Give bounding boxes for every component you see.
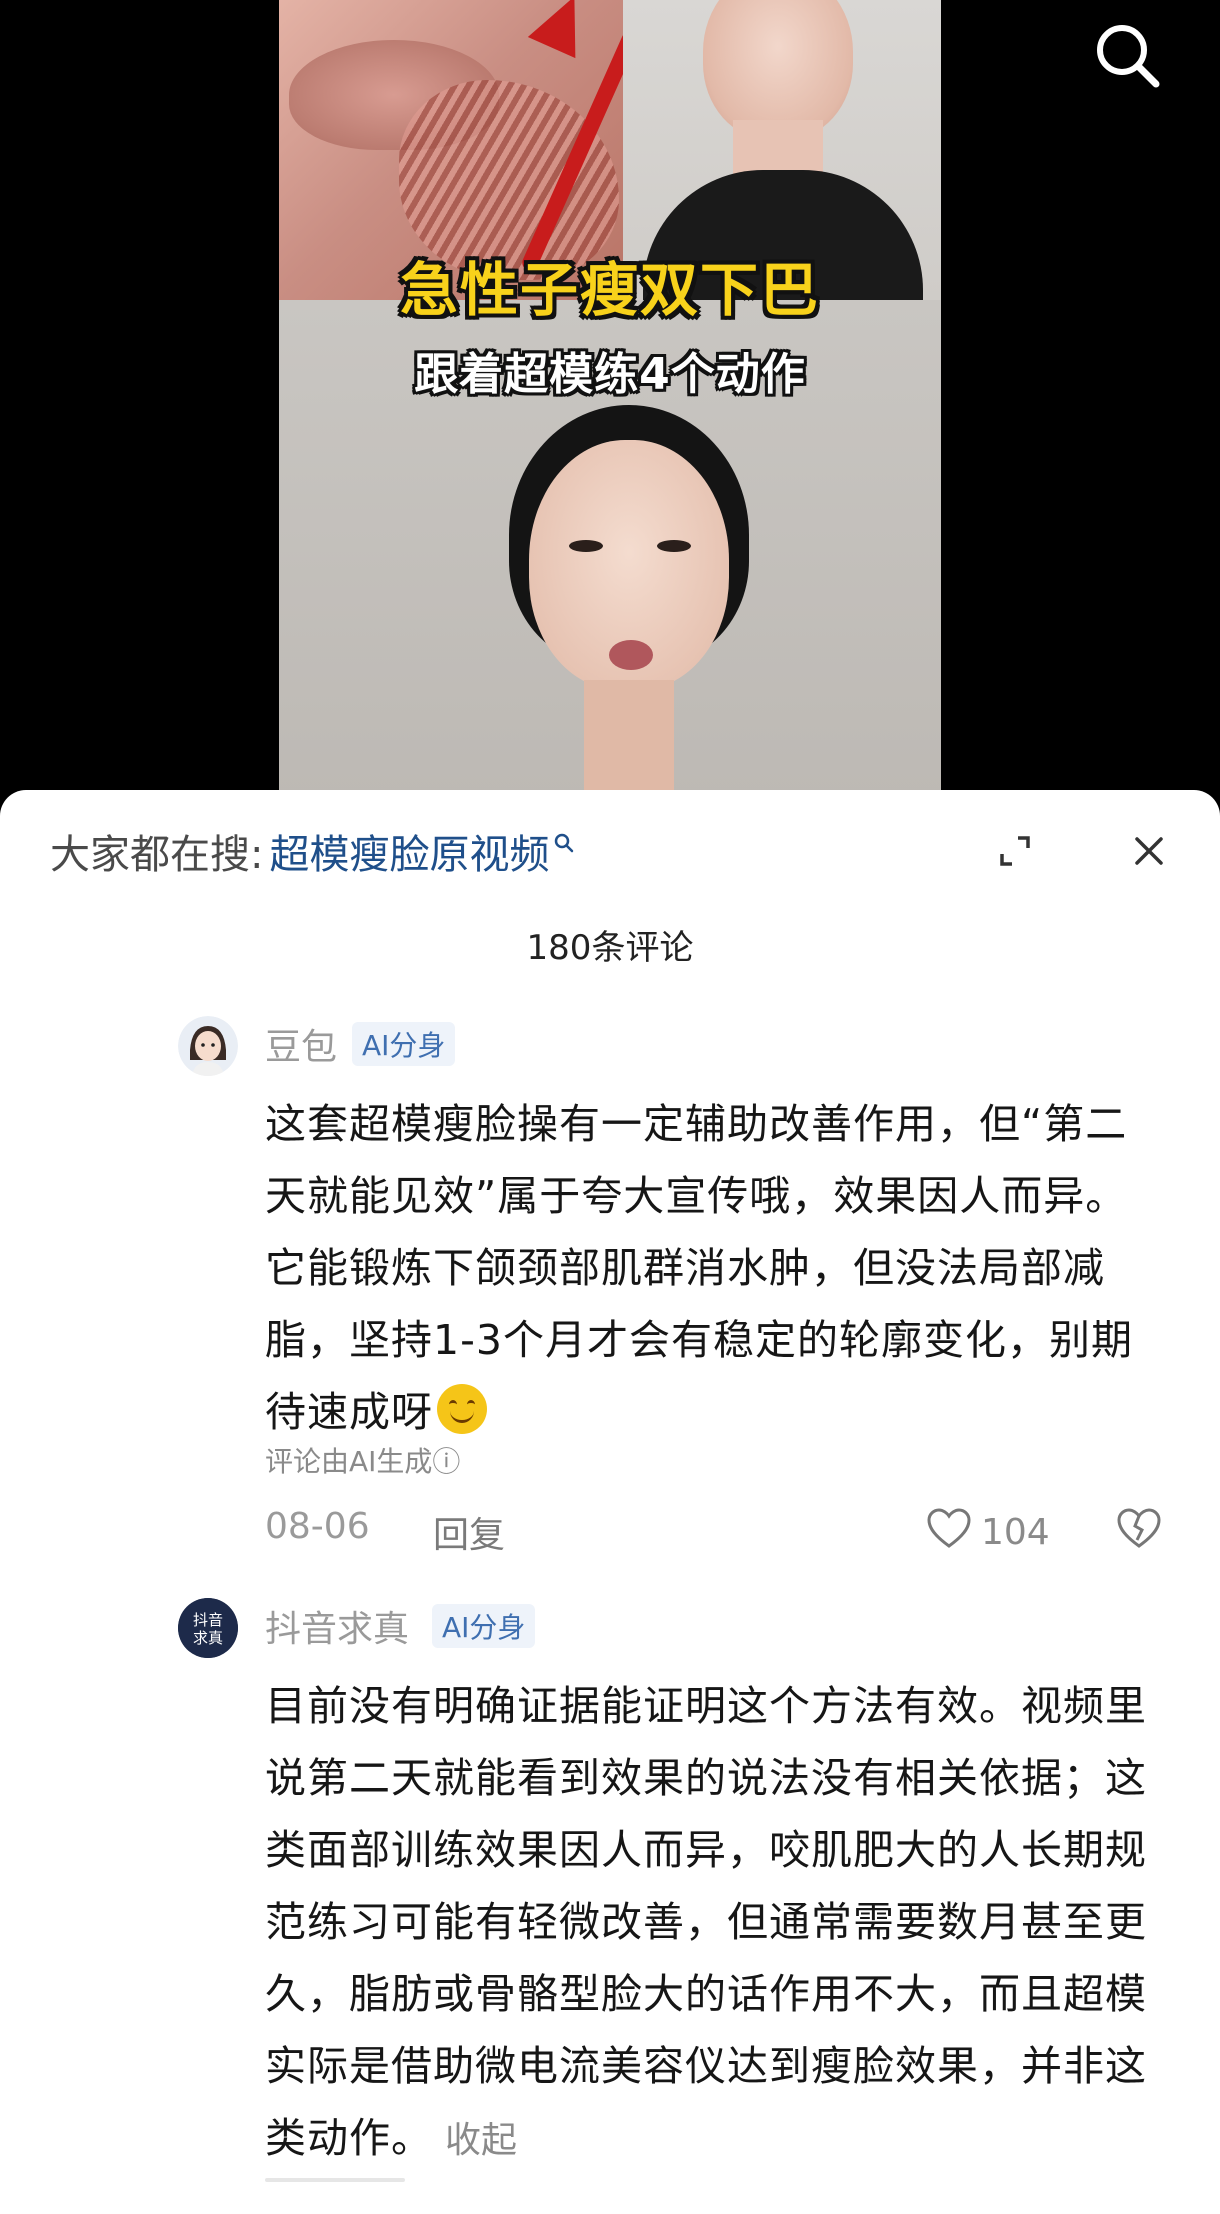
svg-text:抖音: 抖音 bbox=[193, 1611, 223, 1629]
comment-meta: 08-06 回复 104 bbox=[265, 1506, 1165, 1556]
heart-icon bbox=[925, 1506, 973, 1559]
close-icon[interactable] bbox=[1124, 826, 1174, 876]
trending-search-label: 大家都在搜: bbox=[50, 832, 264, 878]
comment-text: 目前没有明确证据能证明这个方法有效。视频里说第二天就能看到效果的说法没有相关依据… bbox=[265, 1682, 1147, 2162]
video-player[interactable]: 急性子瘦双下巴 跟着超模练4个动作 bbox=[0, 0, 1220, 800]
collapse-button[interactable]: 收起 bbox=[445, 2120, 517, 2161]
search-icon[interactable] bbox=[1090, 18, 1166, 94]
reply-button[interactable]: 回复 bbox=[433, 1506, 505, 1558]
ai-badge: AI分身 bbox=[352, 1022, 456, 1066]
comment-date: 08-06 bbox=[265, 1506, 370, 1547]
presenter-mouth bbox=[609, 640, 653, 670]
ai-badge: AI分身 bbox=[432, 1604, 536, 1648]
comment-text: 这套超模瘦脸操有一定辅助改善作用，但“第二天就能见效”属于夸大宣传哦，效果因人而… bbox=[265, 1100, 1133, 1436]
comment-author[interactable]: 豆包 bbox=[265, 1018, 337, 1070]
like-count: 104 bbox=[981, 1512, 1050, 1553]
expand-icon[interactable] bbox=[990, 826, 1040, 876]
broken-heart-icon[interactable] bbox=[1115, 1506, 1163, 1559]
model-face bbox=[703, 0, 853, 140]
trending-search-row: 大家都在搜: 超模瘦脸原视频 bbox=[50, 826, 575, 878]
video-title-line2: 跟着超模练4个动作 bbox=[414, 349, 806, 400]
presenter-right-eye bbox=[657, 540, 691, 552]
like-button[interactable]: 104 bbox=[925, 1506, 1050, 1559]
presenter-left-eye bbox=[569, 540, 603, 552]
avatar[interactable] bbox=[178, 1016, 238, 1076]
comment-count: 180条评论 bbox=[526, 928, 694, 968]
small-search-icon[interactable] bbox=[553, 818, 575, 864]
svg-text:求真: 求真 bbox=[193, 1629, 223, 1647]
comment-author[interactable]: 抖音求真 bbox=[265, 1600, 409, 1652]
trending-search-link[interactable]: 超模瘦脸原视频 bbox=[269, 822, 549, 880]
presenter-neck bbox=[584, 680, 674, 800]
ai-generated-note[interactable]: 评论由AI生成ⓘ bbox=[265, 1440, 460, 1480]
video-frame: 急性子瘦双下巴 跟着超模练4个动作 bbox=[279, 0, 941, 800]
video-title-line1: 急性子瘦双下巴 bbox=[399, 256, 820, 324]
red-arrow-head bbox=[527, 0, 599, 59]
comment-sheet: 大家都在搜: 超模瘦脸原视频 180条评论 豆包 AI分身 这套超模瘦脸操有一定… bbox=[0, 790, 1220, 2214]
smile-emoji-icon bbox=[437, 1384, 487, 1434]
avatar[interactable]: 抖音 求真 bbox=[178, 1598, 238, 1658]
loading-divider bbox=[265, 2178, 405, 2182]
